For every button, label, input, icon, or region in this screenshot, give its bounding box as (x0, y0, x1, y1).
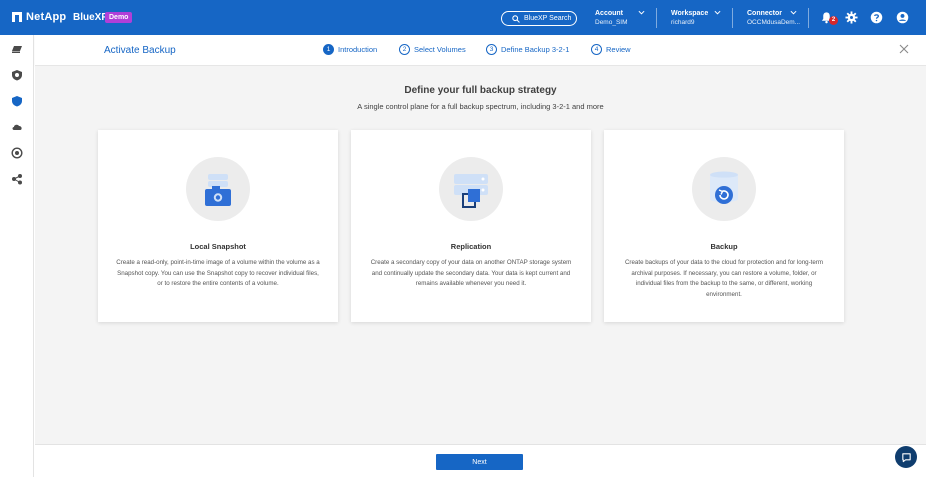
step-number: 2 (399, 44, 410, 55)
step-number: 3 (486, 44, 497, 55)
workspace-value: richard9 (671, 19, 695, 26)
page-heading: Define your full backup strategy (404, 85, 557, 96)
step-define-backup[interactable]: 3 Define Backup 3-2-1 (486, 44, 569, 55)
replication-icon (454, 174, 488, 208)
wizard-footer: Next (35, 444, 926, 477)
card-description: Create a read-only, point-in-time image … (116, 259, 320, 287)
connector-value: OCCMdusaDem... (747, 19, 801, 26)
snapshot-icon (205, 174, 231, 206)
header-divider (656, 8, 657, 28)
gear-icon[interactable] (845, 11, 858, 24)
notification-count-badge: 2 (829, 16, 838, 25)
protection-icon[interactable] (11, 69, 23, 81)
step-label: Review (606, 45, 631, 54)
search-label: BlueXP Search (524, 15, 572, 22)
close-icon[interactable] (899, 44, 909, 54)
search-icon (512, 14, 520, 23)
wizard-step-bar: Activate Backup 1 Introduction 2 Select … (35, 35, 926, 66)
demo-badge: Demo (105, 12, 133, 23)
top-navigation-bar: NetApp BlueXP Demo BlueXP Search Account… (0, 0, 926, 35)
card-backup: Backup Create backups of your data to th… (604, 130, 844, 322)
header-divider (732, 8, 733, 28)
card-title: Local Snapshot (190, 242, 246, 251)
step-label: Introduction (338, 45, 378, 54)
help-icon[interactable] (870, 11, 883, 24)
card-illustration (439, 157, 503, 221)
card-illustration (692, 157, 756, 221)
header-divider (808, 8, 809, 28)
chevron-down-icon[interactable] (790, 10, 797, 15)
account-value: Demo_SIM (595, 19, 628, 26)
netapp-brand[interactable]: NetApp (12, 11, 66, 23)
main-content: Define your full backup strategy A singl… (35, 66, 926, 444)
step-label: Select Volumes (414, 45, 466, 54)
step-review[interactable]: 4 Review (591, 44, 631, 55)
step-number: 1 (323, 44, 334, 55)
bluexp-search-button[interactable]: BlueXP Search (501, 11, 577, 26)
step-select-volumes[interactable]: 2 Select Volumes (399, 44, 466, 55)
card-description: Create a secondary copy of your data on … (370, 259, 572, 287)
cloud-icon[interactable] (11, 121, 23, 133)
left-navigation-rail (0, 35, 34, 477)
chevron-down-icon[interactable] (714, 10, 721, 15)
account-selector[interactable]: Account Demo_SIM (595, 9, 628, 27)
workspace-selector[interactable]: Workspace richard9 (671, 9, 708, 27)
workspace-label: Workspace (671, 10, 709, 17)
step-label: Define Backup 3-2-1 (501, 45, 570, 54)
card-illustration (186, 157, 250, 221)
step-number: 4 (591, 44, 602, 55)
card-replication: Replication Create a secondary copy of y… (351, 130, 591, 322)
page-subheading: A single control plane for a full backup… (357, 102, 604, 111)
account-label: Account (595, 10, 623, 17)
card-title: Replication (450, 242, 492, 251)
step-introduction[interactable]: 1 Introduction (323, 44, 377, 55)
netapp-logo-icon (12, 12, 22, 22)
card-description: Create backups of your data to the cloud… (624, 259, 824, 298)
storage-icon[interactable] (11, 43, 23, 55)
user-icon[interactable] (896, 11, 909, 24)
chat-icon (901, 452, 911, 462)
governance-icon[interactable] (11, 147, 23, 159)
wizard-title: Activate Backup (104, 45, 176, 56)
chevron-down-icon[interactable] (638, 10, 645, 15)
mobility-icon[interactable] (11, 173, 23, 185)
card-title: Backup (710, 242, 738, 251)
backup-icon (710, 171, 738, 204)
product-name: BlueXP (73, 12, 109, 23)
shield-icon[interactable] (11, 95, 23, 107)
chat-button[interactable] (895, 446, 917, 468)
card-local-snapshot: Local Snapshot Create a read-only, point… (98, 130, 338, 322)
brand-name: NetApp (26, 11, 67, 23)
next-button[interactable]: Next (436, 454, 523, 470)
